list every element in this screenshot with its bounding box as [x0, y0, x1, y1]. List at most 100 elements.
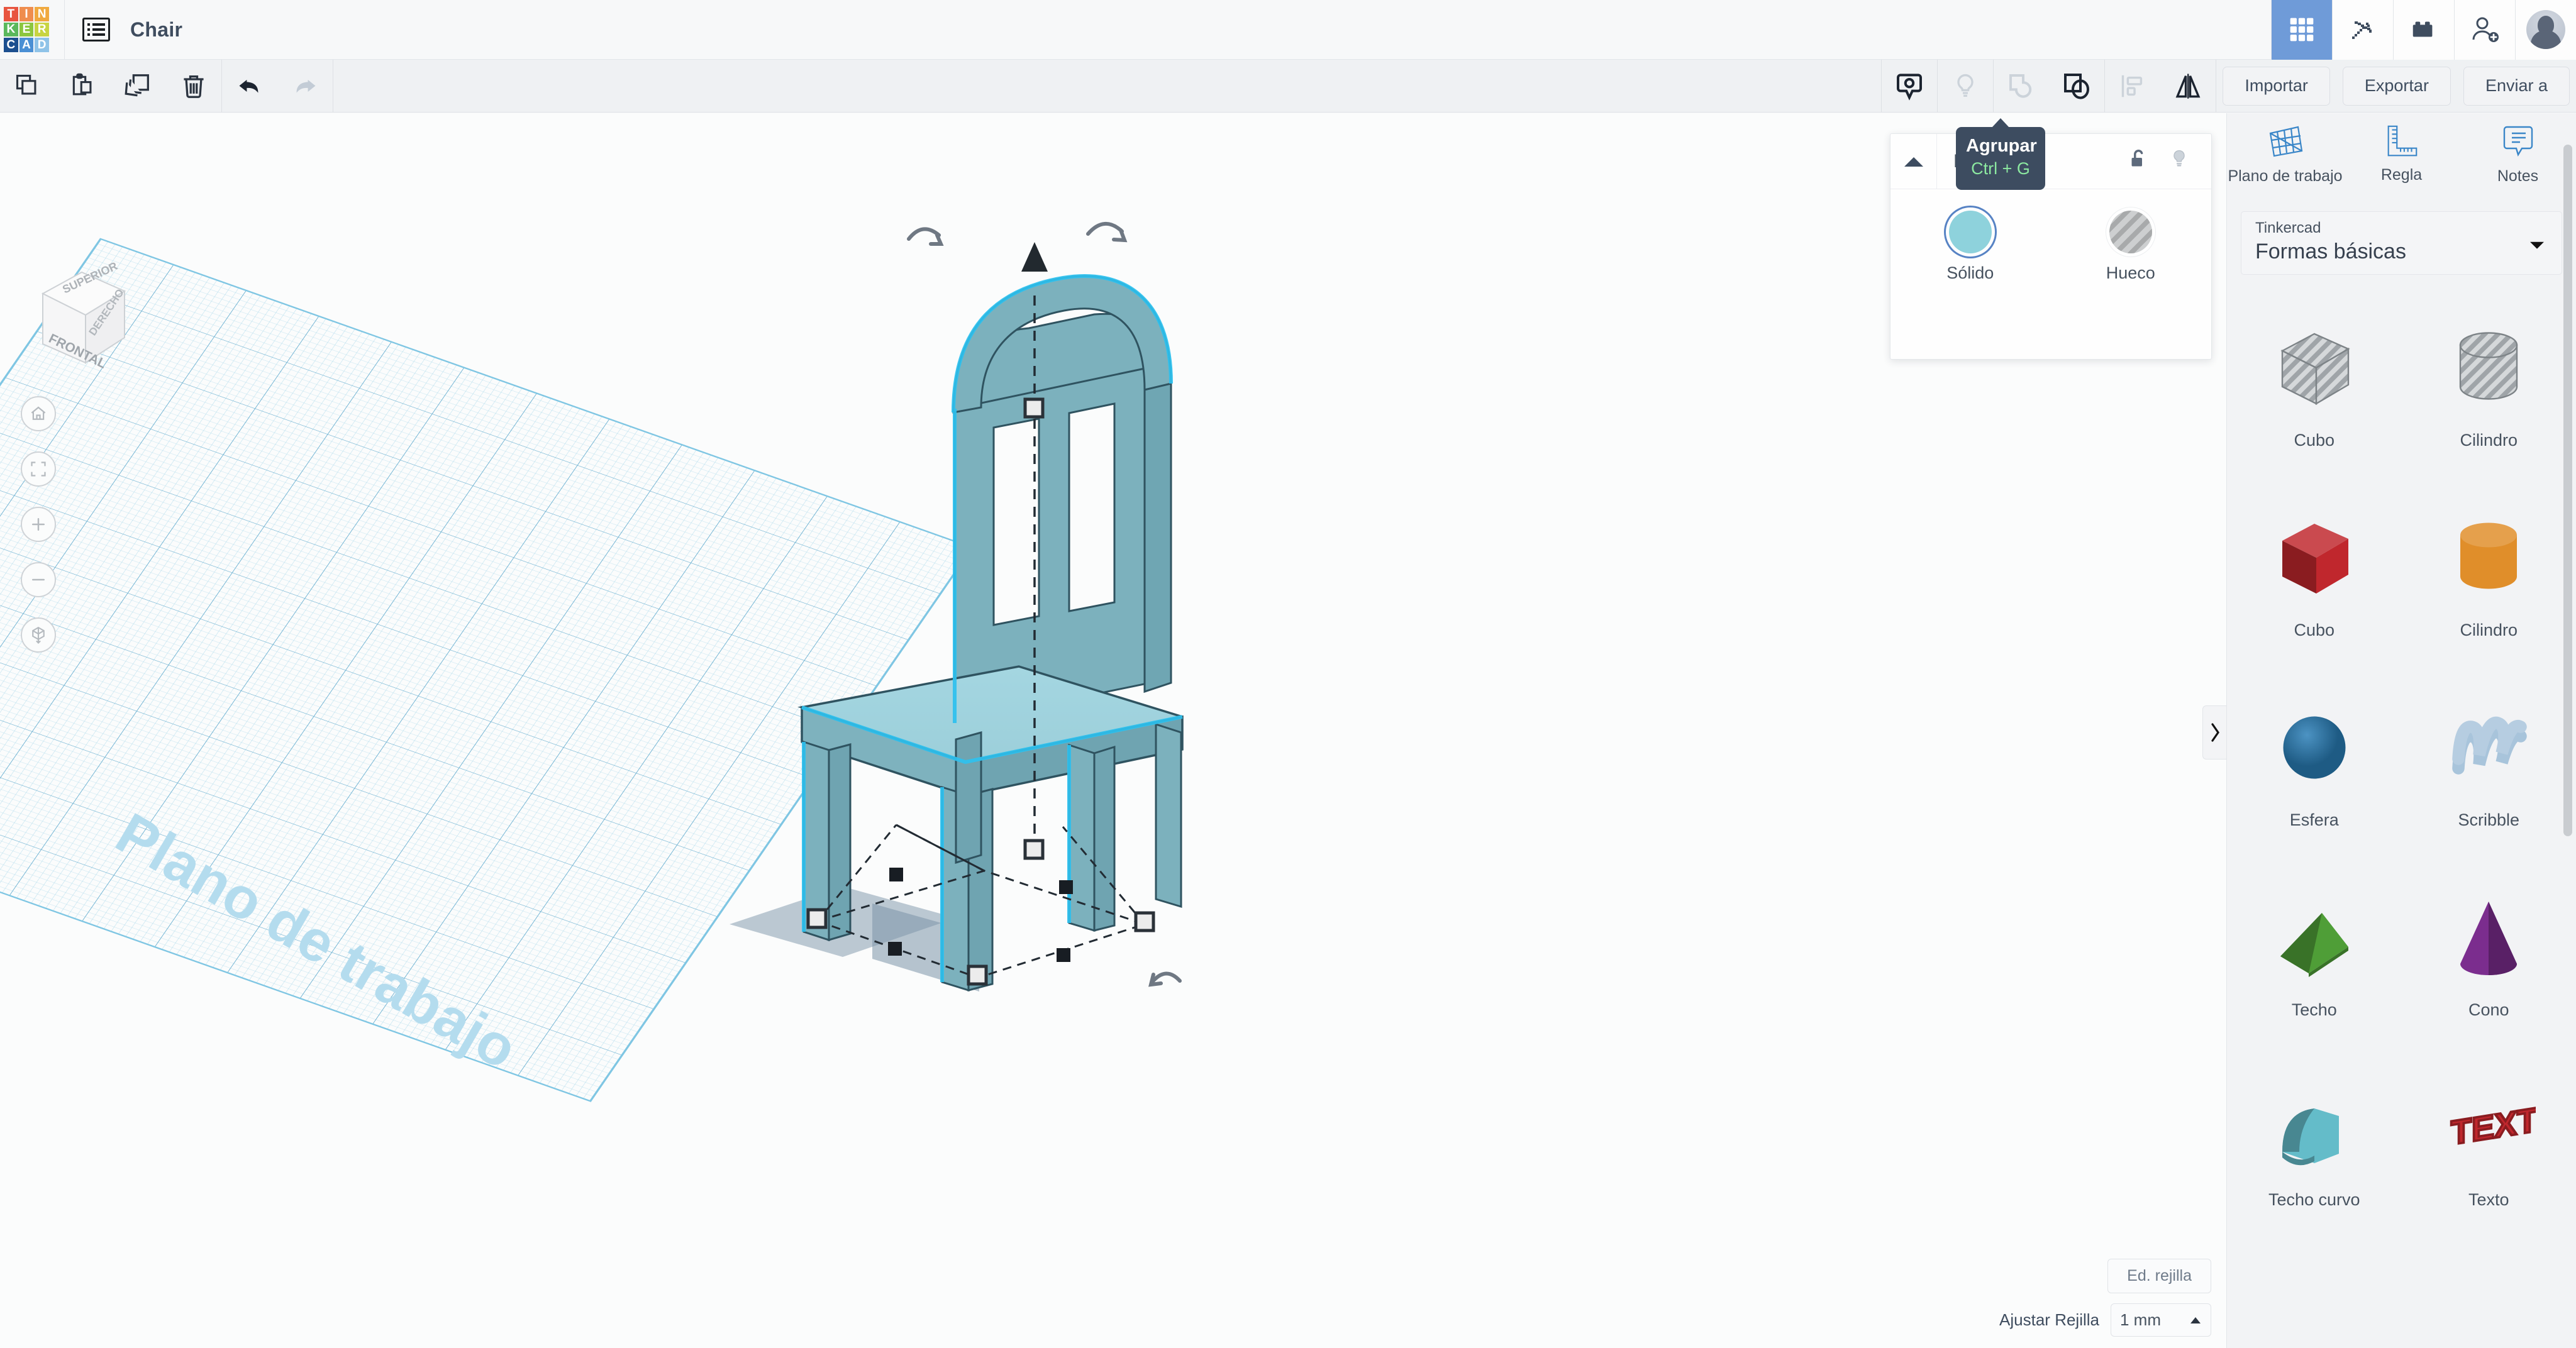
- shape-item[interactable]: Esfera: [2227, 673, 2402, 863]
- shape-panel-body: Sólido Hueco: [1890, 189, 2211, 283]
- grid-edit-button[interactable]: Ed. rejilla: [2107, 1259, 2211, 1293]
- shape-item[interactable]: Cubo: [2227, 483, 2402, 673]
- sidebar-collapse-tab[interactable]: [2202, 705, 2226, 760]
- shape-panel-header: Forma: [1890, 133, 2211, 189]
- shape-library-dropdown[interactable]: Tinkercad Formas básicas: [2241, 211, 2562, 275]
- sidebar-tool-notes[interactable]: Notes: [2460, 123, 2576, 206]
- minecraft-button[interactable]: [2332, 0, 2393, 60]
- copy-button[interactable]: [0, 60, 55, 113]
- sidebar-tool-ruler[interactable]: Regla: [2343, 123, 2460, 206]
- roof-solid-icon: [2267, 881, 2362, 994]
- selection-bbox: [806, 221, 1182, 987]
- unlock-button[interactable]: [2127, 147, 2150, 175]
- tinkercad-logo[interactable]: TIN KER CAD: [4, 7, 49, 52]
- sidebar-tool-notes-label: Notes: [2497, 167, 2539, 185]
- mirror-button[interactable]: [2160, 60, 2216, 113]
- avatar: [2526, 10, 2565, 49]
- chevron-down-icon: [2529, 240, 2545, 253]
- shape-item[interactable]: Cono: [2402, 863, 2576, 1053]
- group-button[interactable]: [1994, 60, 2049, 113]
- send-to-button[interactable]: Enviar a: [2463, 66, 2570, 106]
- redo-icon: [296, 79, 316, 93]
- shape-panel-header-icons: [2127, 147, 2211, 175]
- logo-cell-d: D: [35, 38, 49, 52]
- perspective-toggle-button[interactable]: [21, 617, 56, 653]
- view-cube[interactable]: SUPERIOR FRONTAL DERECHO: [19, 255, 145, 380]
- align-button[interactable]: [2105, 60, 2160, 113]
- cylinder-hollow-art: [2460, 332, 2518, 400]
- grid-apps-button[interactable]: [2271, 0, 2332, 60]
- shape-hole-option[interactable]: Hueco: [2106, 211, 2155, 283]
- logo-cell-i: I: [19, 7, 34, 21]
- snap-grid-select[interactable]: 1 mm: [2111, 1303, 2211, 1337]
- zoom-in-button[interactable]: [21, 507, 56, 542]
- chevron-right-icon: [2211, 723, 2219, 742]
- shape-item[interactable]: Scribble: [2402, 673, 2576, 863]
- shape-item[interactable]: Cilindro: [2402, 483, 2576, 673]
- mirror-icon: [2175, 73, 2201, 99]
- text-solid-art: TEXT: [2450, 1099, 2536, 1153]
- align-icon: [2122, 75, 2143, 97]
- duplicate-icon: [125, 74, 149, 96]
- cube-solid-icon: [2267, 501, 2362, 614]
- cube-hollow-icon: [2267, 311, 2362, 424]
- shape-panel-collapse-button[interactable]: [1890, 133, 1937, 189]
- delete-icon: [184, 75, 204, 98]
- main-toolbar: Importar Exportar Enviar a: [0, 59, 2576, 113]
- document-list-icon[interactable]: [82, 18, 110, 41]
- fit-view-button[interactable]: [21, 451, 56, 487]
- lightbulb-icon: [1957, 74, 1974, 97]
- add-person-icon: [2472, 17, 2499, 42]
- redo-button[interactable]: [277, 60, 333, 113]
- notes-icon: [2503, 126, 2533, 157]
- paste-button[interactable]: [55, 60, 111, 113]
- app-header: TIN KER CAD Chair: [0, 0, 2576, 60]
- header-divider: [64, 0, 65, 60]
- ungroup-button[interactable]: [2049, 60, 2104, 113]
- shape-light-button[interactable]: [2168, 147, 2190, 175]
- shape-library-value: Formas básicas: [2255, 240, 2406, 263]
- sidebar-tool-workplane[interactable]: Plano de trabajo: [2227, 123, 2343, 206]
- invite-button[interactable]: [2454, 0, 2515, 60]
- zoom-out-button[interactable]: [21, 562, 56, 597]
- copy-icon: [16, 74, 36, 94]
- export-button[interactable]: Exportar: [2342, 66, 2451, 106]
- paste-icon: [72, 73, 92, 95]
- note-button[interactable]: [1882, 60, 1937, 113]
- hole-label: Hueco: [2106, 263, 2155, 282]
- logo-cell-k: K: [4, 22, 18, 37]
- shape-item[interactable]: Techo curvo: [2227, 1053, 2402, 1243]
- sidebar-scrollbar[interactable]: [2563, 145, 2572, 836]
- shape-item-label: Cilindro: [2460, 621, 2518, 639]
- shapes-sidebar: Plano de trabajo Regla Notes Tinkercad F…: [2226, 113, 2576, 1348]
- import-button[interactable]: Importar: [2223, 66, 2330, 106]
- sidebar-tool-ruler-label: Regla: [2380, 166, 2423, 184]
- cone-solid-art: [2460, 902, 2518, 975]
- avatar-button[interactable]: [2515, 0, 2576, 60]
- delete-button[interactable]: [166, 60, 221, 113]
- shape-item[interactable]: Cilindro: [2402, 294, 2576, 483]
- light-button[interactable]: [1938, 60, 1993, 113]
- ruler-icon: [2387, 125, 2417, 157]
- page-title[interactable]: Chair: [130, 18, 182, 41]
- sphere-solid-art: [2283, 716, 2346, 779]
- tinkercad-app: TINKERCAD Chair Importar Exportar Enviar…: [0, 0, 2576, 1348]
- shape-item-label: Scribble: [2458, 810, 2520, 829]
- shape-item[interactable]: Techo: [2227, 863, 2402, 1053]
- shape-solid-option[interactable]: Sólido: [1946, 211, 1994, 283]
- pickaxe-icon: [2352, 21, 2372, 39]
- sidebar-tool-workplane-label: Plano de trabajo: [2228, 167, 2343, 185]
- roof-solid-art: [2280, 913, 2348, 977]
- shape-item[interactable]: TEXT Texto: [2402, 1053, 2576, 1243]
- canvas-nav-buttons: [21, 396, 56, 653]
- lego-brick-icon: [2412, 21, 2433, 37]
- home-view-button[interactable]: [21, 396, 56, 431]
- blocks-button[interactable]: [2393, 0, 2454, 60]
- shape-item[interactable]: Cubo: [2227, 294, 2402, 483]
- header-actions: [2271, 0, 2576, 60]
- duplicate-button[interactable]: [111, 60, 166, 113]
- chair-model: [797, 274, 1184, 992]
- group-icon: [2009, 74, 2032, 98]
- undo-button[interactable]: [222, 60, 277, 113]
- grid-apps-icon: [2290, 18, 2314, 41]
